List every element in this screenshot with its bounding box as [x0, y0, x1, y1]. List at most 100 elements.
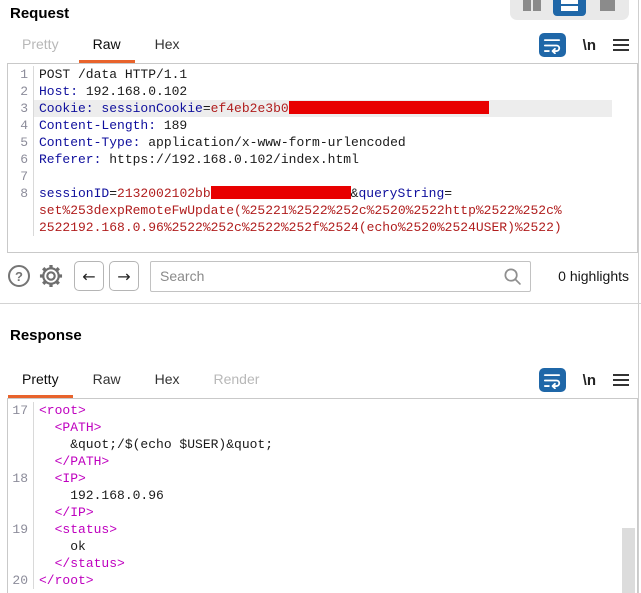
code-text: 2522192.168.0.96%2522%252c%2522%252f%252…	[34, 219, 612, 236]
code-line: 6Referer: https://192.168.0.102/index.ht…	[8, 151, 637, 168]
word-wrap-toggle[interactable]	[539, 368, 566, 392]
response-toolbar-icons: \n	[539, 368, 629, 392]
request-editor[interactable]: 1POST /data HTTP/1.12Host: 192.168.0.102…	[7, 63, 638, 253]
request-tabbar: PrettyRawHex \n	[0, 28, 641, 63]
code-segment: sessionCookie	[101, 101, 202, 116]
line-number: 6	[8, 151, 34, 168]
redaction-block	[289, 101, 489, 114]
code-segment: application/x-www-form-urlencoded	[140, 135, 405, 150]
code-line: &quot;/$(echo $USER)&quot;	[8, 436, 637, 453]
response-tabs: PrettyRawHexRender	[8, 364, 279, 398]
code-segment: &quot;/$(echo $USER)&quot;	[39, 437, 273, 452]
code-segment: https://192.168.0.102/index.html	[101, 152, 358, 167]
code-segment: Cookie:	[39, 101, 94, 116]
code-segment	[39, 420, 55, 435]
line-number: 8	[8, 185, 34, 202]
request-toolbar-icons: \n	[539, 33, 629, 57]
line-number: 5	[8, 134, 34, 151]
highlights-count: 0 highlights	[558, 268, 629, 284]
line-number	[8, 504, 34, 521]
code-segment: =	[203, 101, 211, 116]
search-input[interactable]	[150, 261, 531, 292]
line-number: 4	[8, 117, 34, 134]
search-next-button[interactable]: →	[109, 261, 139, 291]
tab-hex[interactable]: Hex	[141, 29, 194, 63]
code-text	[34, 168, 612, 185]
response-editor[interactable]: 17<root> <PATH> &quot;/$(echo $USER)&quo…	[7, 398, 638, 593]
help-icon[interactable]: ?	[8, 265, 30, 287]
response-header: Response	[0, 304, 641, 356]
line-number: 7	[8, 168, 34, 185]
tab-pretty[interactable]: Pretty	[8, 29, 73, 63]
line-number: 18	[8, 470, 34, 487]
search-bar: ? ← → 0 highlights	[0, 253, 641, 304]
code-segment: Content-Length:	[39, 118, 156, 133]
code-segment: <IP>	[55, 471, 86, 486]
columns-layout-icon	[533, 0, 541, 11]
line-number	[8, 419, 34, 436]
tab-raw[interactable]: Raw	[79, 364, 135, 398]
layout-rows-button[interactable]	[553, 0, 586, 16]
code-text: Referer: https://192.168.0.102/index.htm…	[34, 151, 612, 168]
tab-pretty[interactable]: Pretty	[8, 364, 73, 398]
code-segment	[39, 471, 55, 486]
gear-icon	[38, 263, 64, 289]
code-segment: <status>	[55, 522, 117, 537]
code-text: </PATH>	[34, 453, 612, 470]
code-text: Content-Type: application/x-www-form-url…	[34, 134, 612, 151]
word-wrap-toggle[interactable]	[539, 33, 566, 57]
code-line: 19 <status>	[8, 521, 637, 538]
code-segment: Content-Type:	[39, 135, 140, 150]
line-number: 19	[8, 521, 34, 538]
layout-single-button[interactable]	[591, 0, 624, 16]
line-number	[8, 219, 34, 236]
tab-raw[interactable]: Raw	[79, 29, 135, 63]
layout-columns-button[interactable]	[515, 0, 548, 16]
layout-switcher	[510, 0, 629, 20]
search-prev-button[interactable]: ←	[74, 261, 104, 291]
newline-toggle[interactable]: \n	[583, 372, 596, 389]
code-segment	[39, 505, 55, 520]
code-segment: </IP>	[55, 505, 94, 520]
line-number	[8, 436, 34, 453]
line-number: 17	[8, 402, 34, 419]
code-line: </status>	[8, 555, 637, 572]
code-segment: =	[109, 186, 117, 201]
redaction-block	[211, 186, 351, 199]
search-icon	[502, 266, 523, 287]
code-segment: 189	[156, 118, 187, 133]
code-line: 2522192.168.0.96%2522%252c%2522%252f%252…	[8, 219, 637, 236]
code-segment: Host:	[39, 84, 78, 99]
code-segment: </status>	[55, 556, 125, 571]
line-number	[8, 202, 34, 219]
code-line: ok	[8, 538, 637, 555]
word-wrap-icon	[543, 37, 561, 54]
settings-button[interactable]	[38, 263, 64, 289]
code-text: POST /data HTTP/1.1	[34, 66, 612, 83]
code-segment: ok	[39, 539, 86, 554]
code-line: 1POST /data HTTP/1.1	[8, 66, 637, 83]
code-segment: </PATH>	[55, 454, 110, 469]
rows-layout-icon	[561, 0, 578, 4]
line-number: 2	[8, 83, 34, 100]
code-line: </PATH>	[8, 453, 637, 470]
tab-hex[interactable]: Hex	[141, 364, 194, 398]
newline-toggle[interactable]: \n	[583, 37, 596, 54]
panel-right-border	[638, 0, 639, 593]
hamburger-menu-icon[interactable]	[613, 36, 629, 54]
response-tabbar: PrettyRawHexRender \n	[0, 356, 641, 398]
hamburger-menu-icon[interactable]	[613, 371, 629, 389]
code-segment: Referer:	[39, 152, 101, 167]
code-text: </IP>	[34, 504, 612, 521]
code-text: 192.168.0.96	[34, 487, 612, 504]
code-line: 3Cookie: sessionCookie=ef4eb2e3b0	[8, 100, 637, 117]
code-segment: </root>	[39, 573, 94, 588]
word-wrap-icon	[543, 372, 561, 389]
code-segment: queryString	[358, 186, 444, 201]
code-segment: =	[444, 186, 452, 201]
code-text: </root>	[34, 572, 612, 589]
scrollbar-thumb[interactable]	[622, 528, 635, 593]
tab-render[interactable]: Render	[200, 364, 274, 398]
line-number	[8, 555, 34, 572]
line-number: 1	[8, 66, 34, 83]
